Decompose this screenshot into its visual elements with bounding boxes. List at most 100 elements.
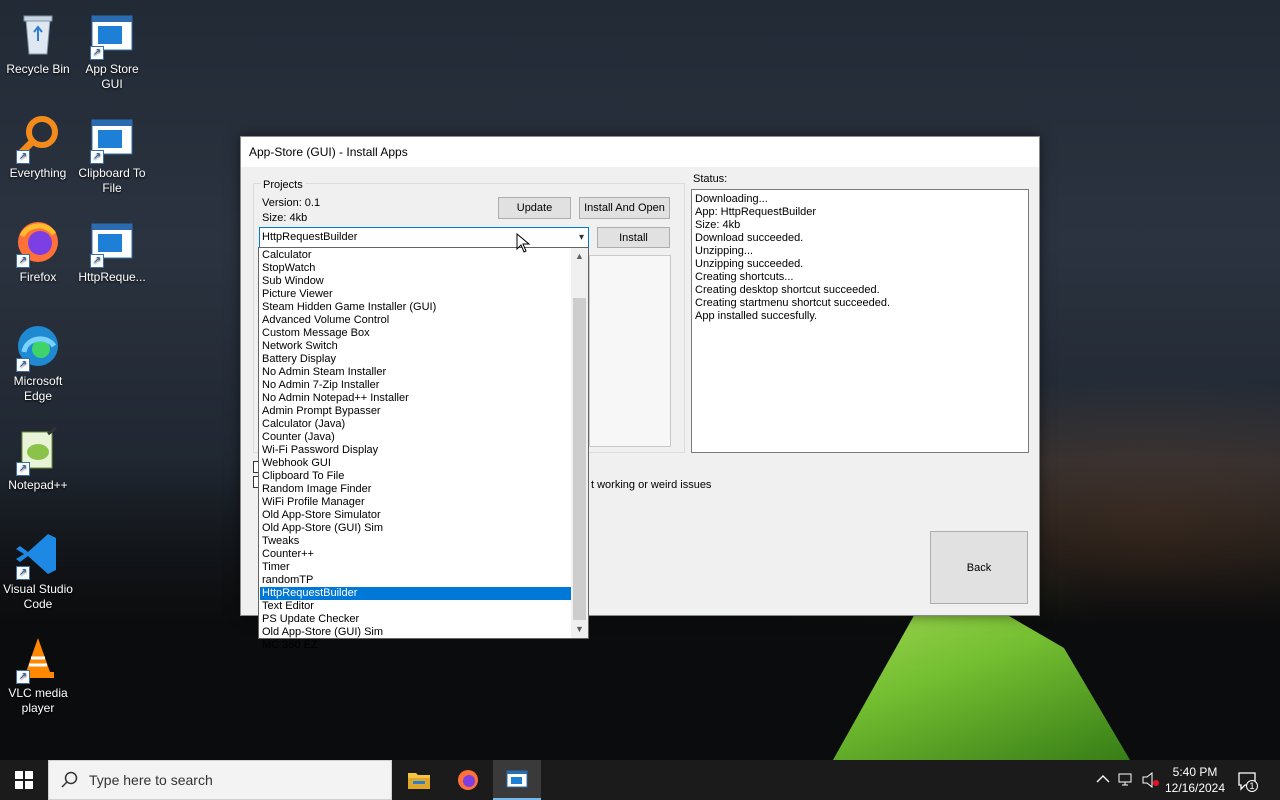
- scroll-down-icon[interactable]: ▼: [571, 621, 588, 638]
- desktop-icon-label: Recycle Bin: [6, 62, 70, 76]
- desktop-icon-everything[interactable]: ↗ Everything: [0, 114, 76, 181]
- taskbar-firefox[interactable]: [444, 760, 492, 800]
- shortcut-arrow-icon: ↗: [16, 670, 30, 684]
- desktop-icon-vlc-media-player[interactable]: ↗ VLC media player: [0, 634, 76, 716]
- desktop-icon-label: Firefox: [19, 270, 57, 284]
- dropdown-item[interactable]: StopWatch: [260, 262, 572, 275]
- dropdown-item[interactable]: Old App-Store (GUI) Sim: [260, 626, 572, 639]
- dropdown-item[interactable]: PS Update Checker: [260, 613, 572, 626]
- dropdown-item[interactable]: Old App-Store (GUI) Sim: [260, 522, 572, 535]
- shortcut-arrow-icon: ↗: [90, 46, 104, 60]
- dropdown-item[interactable]: Wi-Fi Password Display: [260, 444, 572, 457]
- warning-text: t working or weird issues: [591, 479, 712, 491]
- status-line: App: HttpRequestBuilder: [695, 206, 817, 218]
- taskbar-file-explorer[interactable]: [395, 760, 443, 800]
- desktop-icon-label: Visual Studio Code: [3, 582, 73, 611]
- window-title: App-Store (GUI) - Install Apps: [241, 137, 1039, 167]
- dropdown-item[interactable]: Clipboard To File: [260, 470, 572, 483]
- desktop-icon-app-store-gui[interactable]: ↗ App Store GUI: [74, 10, 150, 92]
- shortcut-arrow-icon: ↗: [90, 254, 104, 268]
- dropdown-item[interactable]: No Admin 7-Zip Installer: [260, 379, 572, 392]
- recycle-bin-icon: [14, 10, 62, 58]
- network-icon[interactable]: [1118, 772, 1134, 788]
- dropdown-item[interactable]: Random Image Finder: [260, 483, 572, 496]
- desktop-icon-visual-studio-code[interactable]: ↗ Visual Studio Code: [0, 530, 76, 612]
- dropdown-item[interactable]: No Admin Steam Installer: [260, 366, 572, 379]
- notepad-plus-plus-icon: ↗: [14, 426, 62, 476]
- scrollbar-thumb[interactable]: [573, 298, 586, 620]
- shortcut-arrow-icon: ↗: [16, 254, 30, 268]
- status-line: App installed succesfully.: [695, 310, 818, 322]
- dropdown-item[interactable]: MC 360 EZ: [260, 639, 572, 652]
- status-line: Creating startmenu shortcut succeeded.: [695, 297, 891, 309]
- scroll-up-icon[interactable]: ▲: [571, 248, 588, 265]
- app-window-icon: ↗: [88, 10, 136, 60]
- desktop-icon-recycle-bin[interactable]: Recycle Bin: [0, 10, 76, 77]
- project-dropdown-list[interactable]: Calculator StopWatch Sub Window Picture Vie…: [258, 247, 589, 651]
- desktop-icon-clipboard-to-file[interactable]: ↗ Clipboard To File: [74, 114, 150, 196]
- dropdown-item[interactable]: Text Editor: [260, 600, 572, 613]
- desktop-icon-label: Clipboard To File: [78, 166, 146, 195]
- shortcut-arrow-icon: ↗: [16, 358, 30, 372]
- taskbar: Type here to search 5:40 PM 12/16/2024 1: [0, 760, 1280, 800]
- desktop-icon-label: HttpReque...: [78, 270, 146, 284]
- dropdown-item[interactable]: Custom Message Box: [260, 327, 572, 340]
- taskbar-clock[interactable]: 5:40 PM 12/16/2024: [1158, 764, 1232, 796]
- shortcut-arrow-icon: ↗: [16, 150, 30, 164]
- status-line: Unzipping...: [695, 245, 754, 257]
- desktop-icon-microsoft-edge[interactable]: ↗ Microsoft Edge: [0, 322, 76, 404]
- dropdown-item[interactable]: HttpRequestBuilder: [260, 587, 572, 600]
- dropdown-item[interactable]: Steam Hidden Game Installer (GUI): [260, 301, 572, 314]
- dropdown-scrollbar[interactable]: ▲ ▼: [571, 248, 588, 638]
- chevron-down-icon[interactable]: ▾: [579, 228, 584, 247]
- dropdown-item[interactable]: Advanced Volume Control: [260, 314, 572, 327]
- app-window-icon: ↗: [88, 218, 136, 268]
- dropdown-item[interactable]: Counter (Java): [260, 431, 572, 444]
- status-label: Status:: [693, 173, 728, 185]
- dropdown-item[interactable]: Timer: [260, 561, 572, 574]
- taskbar-app-store-gui[interactable]: [493, 760, 541, 800]
- dropdown-items: Calculator StopWatch Sub Window Picture Vie…: [260, 249, 572, 652]
- dropdown-item[interactable]: Tweaks: [260, 535, 572, 548]
- dropdown-item[interactable]: Battery Display: [260, 353, 572, 366]
- back-button-label: Back: [966, 561, 992, 574]
- vscode-icon: ↗: [14, 530, 62, 580]
- back-button[interactable]: Back: [930, 531, 1028, 604]
- status-line: Creating desktop shortcut succeeded.: [695, 284, 880, 296]
- edge-icon: ↗: [14, 322, 62, 372]
- install-and-open-button[interactable]: Install And Open: [579, 197, 670, 219]
- dropdown-item[interactable]: Counter++: [260, 548, 572, 561]
- dropdown-item[interactable]: Webhook GUI: [260, 457, 572, 470]
- desktop-icon-notepad-plus-plus[interactable]: ↗ Notepad++: [0, 426, 76, 493]
- vlc-cone-icon: ↗: [14, 634, 62, 684]
- dropdown-item[interactable]: Sub Window: [260, 275, 572, 288]
- app-window-icon: ↗: [88, 114, 136, 164]
- desktop-icon-httprequestbuilder[interactable]: ↗ HttpReque...: [74, 218, 150, 285]
- folder-icon: [408, 773, 430, 789]
- dropdown-item[interactable]: Admin Prompt Bypasser: [260, 405, 572, 418]
- desktop-icon-label: App Store GUI: [85, 62, 139, 91]
- firefox-icon: ↗: [14, 218, 62, 268]
- status-line: Creating shortcuts...: [695, 271, 794, 283]
- desktop-icon-firefox[interactable]: ↗ Firefox: [0, 218, 76, 285]
- project-combobox-value: HttpRequestBuilder: [262, 231, 358, 243]
- dropdown-item[interactable]: No Admin Notepad++ Installer: [260, 392, 572, 405]
- dropdown-item[interactable]: Picture Viewer: [260, 288, 572, 301]
- start-button[interactable]: [0, 760, 48, 800]
- install-button[interactable]: Install: [597, 227, 670, 248]
- taskbar-search-box[interactable]: Type here to search: [48, 760, 392, 800]
- dropdown-item[interactable]: randomTP: [260, 574, 572, 587]
- app-window-icon: [506, 770, 528, 788]
- size-label: Size: 4kb: [262, 212, 308, 224]
- desktop-icon-label: VLC media player: [8, 686, 68, 715]
- dropdown-item[interactable]: Calculator (Java): [260, 418, 572, 431]
- dropdown-item[interactable]: Network Switch: [260, 340, 572, 353]
- project-combobox[interactable]: HttpRequestBuilder ▾: [259, 227, 589, 248]
- chevron-up-icon[interactable]: [1096, 774, 1110, 784]
- dropdown-item[interactable]: Old App-Store Simulator: [260, 509, 572, 522]
- wallpaper-tent: [833, 600, 1130, 760]
- update-button[interactable]: Update: [498, 197, 571, 219]
- windows-logo-icon: [15, 771, 33, 789]
- dropdown-item[interactable]: WiFi Profile Manager: [260, 496, 572, 509]
- notification-center-button[interactable]: 1: [1236, 770, 1258, 792]
